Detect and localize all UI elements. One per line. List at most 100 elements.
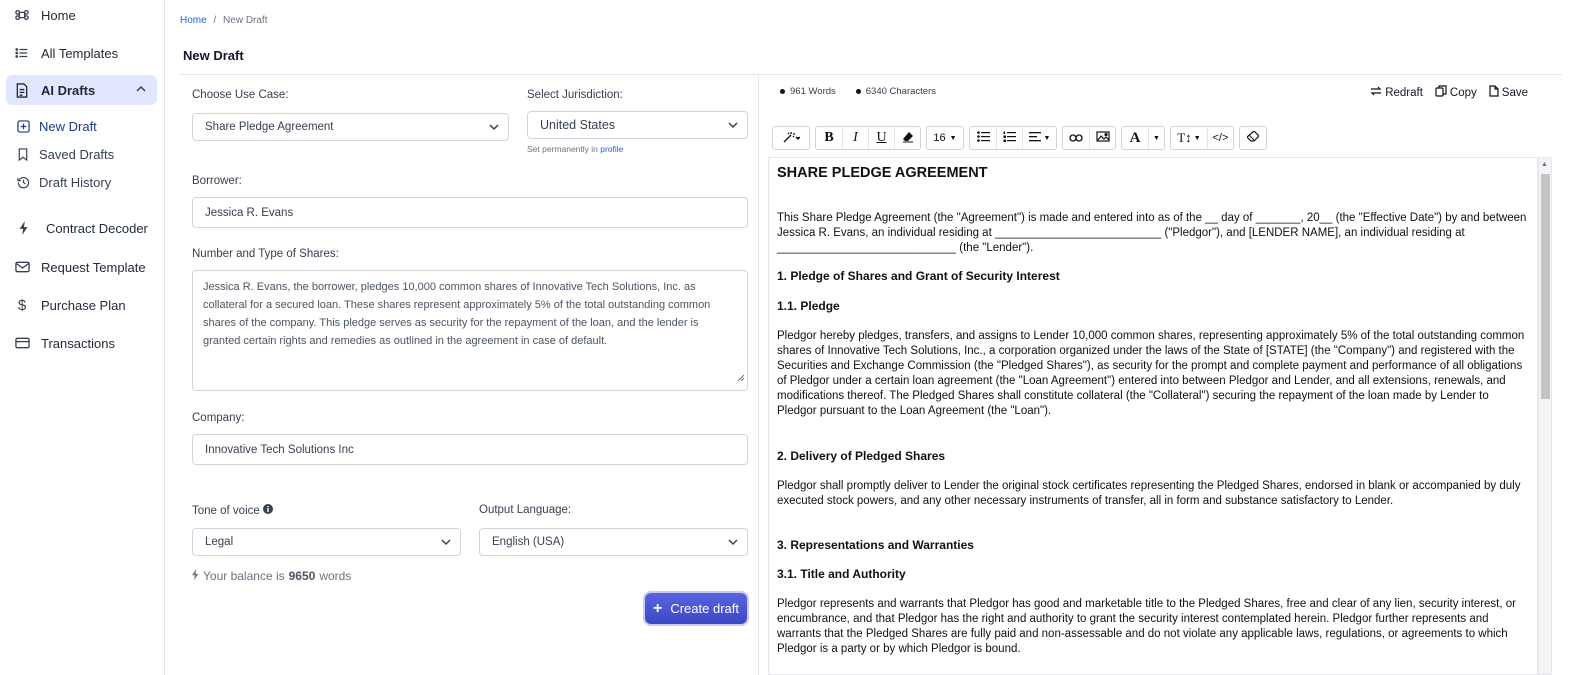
language-label: Output Language: bbox=[479, 504, 572, 516]
section-1-heading: 1. Pledge of Shares and Grant of Securit… bbox=[777, 269, 1060, 283]
text-height-icon: T↕ bbox=[1177, 130, 1192, 145]
company-input[interactable]: Innovative Tech Solutions Inc bbox=[192, 434, 748, 465]
nav-transactions-label: Transactions bbox=[41, 335, 115, 351]
nav-request-template-label: Request Template bbox=[41, 259, 146, 275]
italic-icon: I bbox=[853, 130, 858, 145]
create-draft-label: Create draft bbox=[670, 601, 739, 616]
scrollbar-thumb[interactable] bbox=[1541, 174, 1550, 399]
document-intro: This Share Pledge Agreement (the "Agreem… bbox=[777, 212, 1527, 254]
section-3-heading: 3. Representations and Warranties bbox=[777, 538, 974, 552]
code-view-button[interactable]: </> bbox=[1206, 127, 1233, 149]
language-value: English (USA) bbox=[492, 536, 565, 548]
breadcrumb-home[interactable]: Home bbox=[180, 15, 207, 26]
balance-prefix: Your balance is bbox=[203, 569, 285, 583]
magic-wand-button[interactable] bbox=[773, 127, 809, 149]
tone-label-text: Tone of voice bbox=[192, 504, 260, 517]
nav-new-draft[interactable]: New Draft bbox=[16, 115, 97, 137]
tone-select[interactable]: Legal bbox=[192, 528, 461, 556]
toolbar-group-magic bbox=[772, 126, 810, 150]
tone-label: Tone of voice bbox=[192, 504, 273, 517]
save-button[interactable]: Save bbox=[1489, 85, 1528, 100]
caret-down-icon: ▼ bbox=[949, 134, 957, 142]
mail-icon bbox=[14, 259, 30, 275]
nav-home[interactable]: Home bbox=[6, 0, 157, 30]
align-select[interactable]: ▼ bbox=[1022, 127, 1056, 149]
toolbar-group-font-size: 16 ▼ bbox=[926, 126, 964, 150]
company-label: Company: bbox=[192, 412, 245, 424]
nav-saved-drafts[interactable]: Saved Drafts bbox=[16, 143, 114, 165]
font-size-value: 16 bbox=[933, 132, 946, 144]
jurisdiction-select[interactable]: United States bbox=[527, 111, 748, 139]
jurisdiction-hint: Set permanently in profile bbox=[527, 144, 623, 154]
editor-actions: Redraft Copy Save bbox=[1370, 85, 1528, 100]
redraft-button[interactable]: Redraft bbox=[1370, 85, 1423, 100]
link-button[interactable] bbox=[1063, 127, 1089, 149]
text-color-dropdown[interactable]: ▼ bbox=[1148, 127, 1164, 149]
jurisdiction-hint-text: Set permanently in bbox=[527, 144, 598, 154]
shares-value: Jessica R. Evans, the borrower, pledges … bbox=[203, 281, 711, 347]
nav-draft-history[interactable]: Draft History bbox=[16, 171, 111, 193]
lightning-icon bbox=[192, 569, 199, 583]
nav-contract-decoder-label: Contract Decoder bbox=[46, 220, 148, 236]
chevron-up-icon[interactable] bbox=[135, 83, 147, 98]
underline-button[interactable]: U bbox=[868, 127, 894, 149]
nav-all-templates-label: All Templates bbox=[41, 45, 119, 61]
use-case-value: Share Pledge Agreement bbox=[205, 121, 334, 133]
copy-button[interactable]: Copy bbox=[1435, 85, 1477, 100]
italic-button[interactable]: I bbox=[842, 127, 868, 149]
use-case-select[interactable]: Share Pledge Agreement bbox=[192, 113, 509, 141]
code-icon: </> bbox=[1212, 132, 1229, 144]
section-1-1-heading: 1.1. Pledge bbox=[777, 299, 840, 313]
scroll-up-icon[interactable]: ▲ bbox=[1541, 161, 1548, 168]
refresh-icon bbox=[1370, 85, 1382, 100]
clear-format-button[interactable] bbox=[894, 127, 920, 149]
profile-link[interactable]: profile bbox=[600, 144, 623, 154]
history-icon bbox=[16, 175, 30, 189]
document-editor[interactable]: SHARE PLEDGE AGREEMENT This Share Pledge… bbox=[768, 157, 1538, 675]
nav-home-label: Home bbox=[41, 7, 76, 23]
borrower-label: Borrower: bbox=[192, 175, 242, 187]
nav-purchase-plan[interactable]: $ Purchase Plan bbox=[6, 290, 157, 320]
file-icon bbox=[1489, 85, 1499, 100]
sidebar: Home All Templates AI Drafts New Draft S… bbox=[0, 0, 165, 675]
nav-transactions[interactable]: Transactions bbox=[6, 328, 157, 358]
bullet-list-button[interactable] bbox=[970, 127, 996, 149]
resize-handle-icon[interactable] bbox=[737, 370, 745, 388]
section-3-1-heading: 3.1. Title and Authority bbox=[777, 567, 906, 581]
bold-button[interactable]: B bbox=[816, 127, 842, 149]
nav-ai-drafts[interactable]: AI Drafts bbox=[6, 75, 157, 105]
eraser-icon bbox=[1246, 130, 1260, 145]
bookmark-icon bbox=[16, 147, 30, 161]
nav-all-templates[interactable]: All Templates bbox=[6, 38, 157, 68]
image-button[interactable] bbox=[1089, 127, 1115, 149]
eraser-button[interactable] bbox=[1240, 127, 1266, 149]
text-color-icon: A bbox=[1129, 129, 1141, 146]
create-draft-button[interactable]: + Create draft bbox=[645, 593, 747, 624]
page-title: New Draft bbox=[183, 48, 244, 63]
info-icon[interactable] bbox=[262, 504, 273, 517]
nav-contract-decoder[interactable]: Contract Decoder bbox=[6, 213, 157, 243]
borrower-input[interactable]: Jessica R. Evans bbox=[192, 197, 748, 228]
chevron-down-icon bbox=[727, 536, 739, 551]
bold-icon: B bbox=[824, 130, 834, 145]
redraft-label: Redraft bbox=[1385, 86, 1423, 99]
nav-new-draft-label: New Draft bbox=[39, 118, 97, 134]
header-divider bbox=[180, 74, 1562, 75]
numbered-list-button[interactable] bbox=[996, 127, 1022, 149]
nav-ai-drafts-label: AI Drafts bbox=[41, 82, 96, 98]
nav-request-template[interactable]: Request Template bbox=[6, 252, 157, 282]
text-style-select[interactable]: T↕ ▼ bbox=[1171, 127, 1207, 149]
company-value: Innovative Tech Solutions Inc bbox=[205, 443, 354, 456]
jurisdiction-label: Select Jurisdiction: bbox=[527, 89, 623, 101]
section-2-paragraph: Pledgor shall promptly deliver to Lender… bbox=[777, 480, 1521, 507]
shares-textarea[interactable]: Jessica R. Evans, the borrower, pledges … bbox=[192, 270, 748, 391]
command-icon bbox=[14, 7, 30, 23]
font-size-select[interactable]: 16 ▼ bbox=[927, 127, 963, 149]
plus-square-icon bbox=[16, 119, 30, 133]
document-icon bbox=[14, 82, 30, 98]
language-select[interactable]: English (USA) bbox=[479, 528, 748, 556]
use-case-label: Choose Use Case: bbox=[192, 89, 289, 101]
text-color-button[interactable]: A bbox=[1122, 127, 1148, 149]
editor-scrollbar[interactable]: ▲ bbox=[1538, 157, 1552, 675]
dollar-icon: $ bbox=[17, 296, 27, 314]
